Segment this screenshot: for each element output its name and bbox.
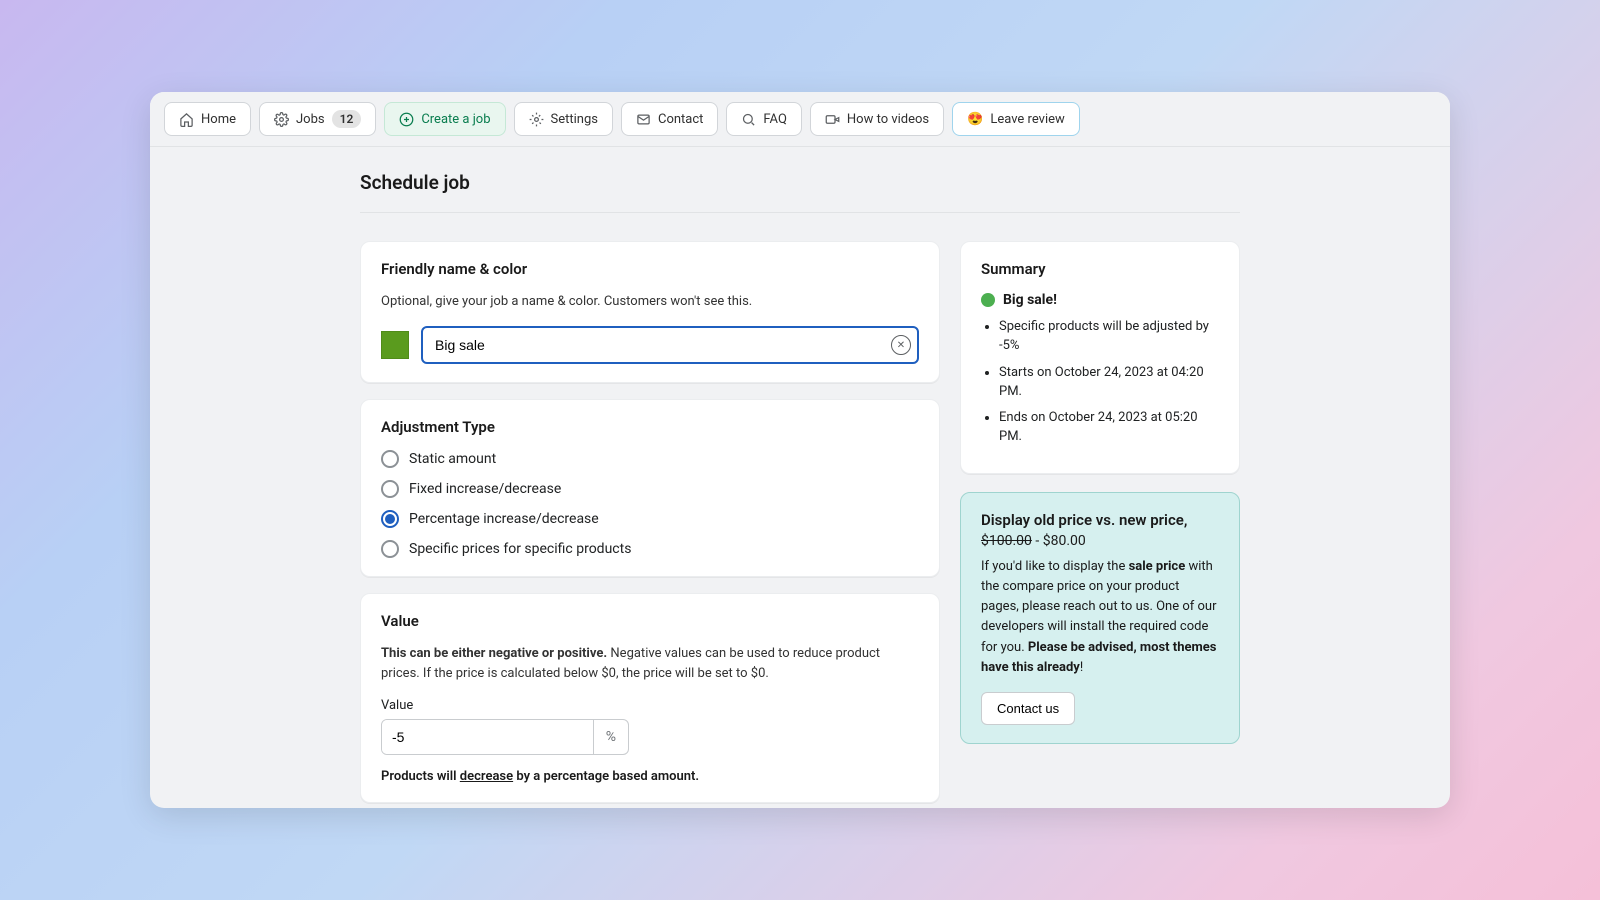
close-icon: ✕ (897, 340, 905, 351)
price-example: $100.00 - $80.00 (981, 533, 1219, 549)
right-column: Summary Big sale! Specific products will… (960, 241, 1240, 808)
job-name-input[interactable] (421, 326, 919, 364)
nav-faq-label: FAQ (763, 112, 786, 127)
nav-review-label: Leave review (990, 112, 1064, 127)
nav-jobs-label: Jobs (296, 112, 325, 127)
nav-videos[interactable]: How to videos (810, 102, 944, 136)
nav-contact-label: Contact (658, 112, 703, 127)
radio-icon (381, 450, 399, 468)
radio-icon (381, 510, 399, 528)
nav-review[interactable]: 😍 Leave review (952, 102, 1080, 136)
radio-icon (381, 480, 399, 498)
nav-create-job[interactable]: Create a job (384, 102, 505, 136)
clear-input-button[interactable]: ✕ (891, 335, 911, 355)
value-input[interactable] (382, 720, 593, 754)
radio-fixed[interactable]: Fixed increase/decrease (381, 480, 919, 498)
heart-eyes-icon: 😍 (967, 112, 983, 127)
plus-circle-icon (399, 112, 414, 127)
adjust-heading: Adjustment Type (381, 418, 919, 436)
nav-home[interactable]: Home (164, 102, 251, 136)
value-suffix: % (593, 720, 628, 754)
friendly-hint: Optional, give your job a name & color. … (381, 292, 919, 312)
top-nav: Home Jobs 12 Create a job Settings Conta… (150, 92, 1450, 147)
value-heading: Value (381, 612, 919, 630)
nav-settings-label: Settings (551, 112, 598, 127)
radio-icon (381, 540, 399, 558)
card-value: Value This can be either negative or pos… (360, 593, 940, 803)
friendly-heading: Friendly name & color (381, 260, 919, 278)
page-title: Schedule job (360, 171, 1240, 213)
tip-heading: Display old price vs. new price, (981, 511, 1219, 529)
settings-icon (529, 112, 544, 127)
gear-icon (274, 112, 289, 127)
nav-settings[interactable]: Settings (514, 102, 613, 136)
app-frame: Home Jobs 12 Create a job Settings Conta… (150, 92, 1450, 808)
tip-body: If you'd like to display the sale price … (981, 557, 1219, 678)
nav-jobs[interactable]: Jobs 12 (259, 102, 376, 136)
tip-panel: Display old price vs. new price, $100.00… (960, 492, 1240, 744)
home-icon (179, 112, 194, 127)
card-friendly-name: Friendly name & color Optional, give you… (360, 241, 940, 383)
color-swatch[interactable] (381, 331, 409, 359)
radio-static-amount[interactable]: Static amount (381, 450, 919, 468)
summary-job-name: Big sale! (1003, 292, 1057, 308)
card-summary: Summary Big sale! Specific products will… (960, 241, 1240, 474)
nav-videos-label: How to videos (847, 112, 929, 127)
search-icon (741, 112, 756, 127)
status-dot-icon (981, 293, 995, 307)
nav-home-label: Home (201, 112, 236, 127)
jobs-count-badge: 12 (332, 110, 362, 128)
radio-specific-prices[interactable]: Specific prices for specific products (381, 540, 919, 558)
left-column: Friendly name & color Optional, give you… (360, 241, 940, 808)
card-adjustment-type: Adjustment Type Static amount Fixed incr… (360, 399, 940, 577)
value-label: Value (381, 698, 919, 713)
value-intro: This can be either negative or positive.… (381, 644, 919, 684)
mail-icon (636, 112, 651, 127)
summary-item: Starts on October 24, 2023 at 04:20 PM. (999, 364, 1219, 402)
nav-faq[interactable]: FAQ (726, 102, 801, 136)
summary-heading: Summary (981, 260, 1219, 278)
tip-contact-button[interactable]: Contact us (981, 692, 1075, 725)
radio-percentage[interactable]: Percentage increase/decrease (381, 510, 919, 528)
page-content: Schedule job Friendly name & color Optio… (150, 147, 1450, 808)
summary-item: Specific products will be adjusted by -5… (999, 318, 1219, 356)
nav-create-label: Create a job (421, 112, 490, 127)
video-icon (825, 112, 840, 127)
value-result: Products will decrease by a percentage b… (381, 769, 919, 784)
summary-item: Ends on October 24, 2023 at 05:20 PM. (999, 409, 1219, 447)
nav-contact[interactable]: Contact (621, 102, 718, 136)
summary-list: Specific products will be adjusted by -5… (999, 318, 1219, 447)
